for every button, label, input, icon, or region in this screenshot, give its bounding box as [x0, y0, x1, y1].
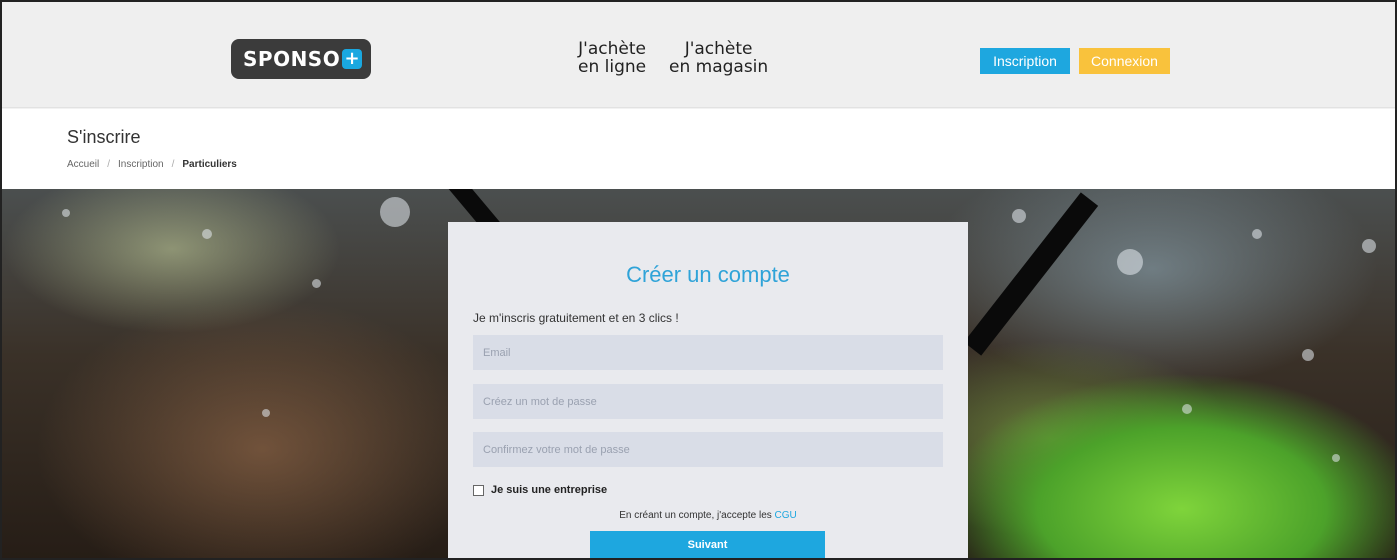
terms-text: En créant un compte, j'accepte les CGU — [448, 510, 968, 521]
page-title-bar: S'inscrire Accueil / Inscription / Parti… — [2, 109, 1395, 189]
bokeh-light — [62, 209, 70, 217]
confirm-password-field[interactable] — [473, 432, 943, 467]
logo-text: SPONSO — [243, 47, 341, 71]
nav-buy-in-store-line1: J'achète — [684, 39, 753, 59]
bokeh-light — [262, 409, 270, 417]
nav-buy-in-store[interactable]: J'achète en magasin — [669, 40, 768, 76]
cgu-link[interactable]: CGU — [775, 510, 797, 521]
bokeh-light — [1012, 209, 1026, 223]
nav-buy-online-line1: J'achète — [578, 39, 646, 59]
banner-stroke — [963, 192, 1099, 356]
breadcrumb-current: Particuliers — [182, 159, 237, 170]
bokeh-light — [202, 229, 212, 239]
bokeh-light — [1182, 404, 1192, 414]
password-field[interactable] — [473, 384, 943, 419]
page-title: S'inscrire — [67, 127, 141, 147]
site-header: SPONSO + J'achète en ligne J'achète en m… — [2, 2, 1395, 108]
signup-card: Créer un compte Je m'inscris gratuitemen… — [448, 222, 968, 558]
signup-subtitle: Je m'inscris gratuitement et en 3 clics … — [473, 311, 679, 325]
nav-buy-in-store-line2: en magasin — [669, 57, 769, 77]
bokeh-light — [1252, 229, 1262, 239]
bokeh-light — [1362, 239, 1376, 253]
breadcrumb-home[interactable]: Accueil — [67, 159, 99, 170]
company-checkbox-row[interactable]: Je suis une entreprise — [473, 484, 607, 496]
breadcrumb-separator: / — [107, 159, 111, 170]
email-field[interactable] — [473, 335, 943, 370]
company-checkbox[interactable] — [473, 484, 484, 496]
page: SPONSO + J'achète en ligne J'achète en m… — [0, 0, 1397, 560]
bokeh-light — [380, 197, 410, 227]
bokeh-light — [1332, 454, 1340, 462]
signup-title: Créer un compte — [626, 262, 790, 287]
connexion-button[interactable]: Connexion — [1079, 48, 1170, 74]
plus-icon: + — [342, 49, 362, 69]
terms-statement: En créant un compte, j'accepte les — [619, 510, 772, 521]
nav-buy-online[interactable]: J'achète en ligne — [578, 40, 646, 76]
company-checkbox-label: Je suis une entreprise — [491, 484, 608, 496]
bokeh-light — [312, 279, 321, 288]
next-button[interactable]: Suivant — [590, 531, 825, 558]
breadcrumb: Accueil / Inscription / Particuliers — [67, 159, 237, 170]
nav-buy-online-line2: en ligne — [578, 57, 647, 77]
bokeh-light — [1117, 249, 1143, 275]
breadcrumb-separator: / — [171, 159, 175, 170]
bokeh-light — [1302, 349, 1314, 361]
breadcrumb-inscription[interactable]: Inscription — [118, 159, 164, 170]
logo[interactable]: SPONSO + — [231, 39, 371, 79]
inscription-button[interactable]: Inscription — [980, 48, 1070, 74]
